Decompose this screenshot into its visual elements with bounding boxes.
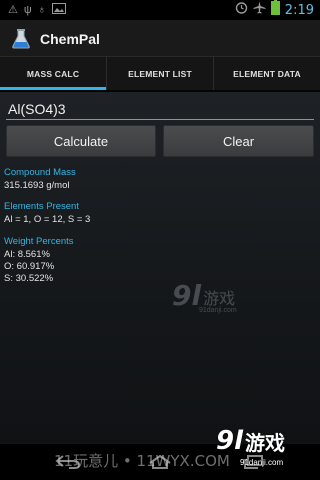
tab-mass-calc[interactable]: MASS CALC bbox=[0, 57, 107, 90]
tab-element-data[interactable]: ELEMENT DATA bbox=[214, 57, 320, 90]
watermark-bottom-text: 11玩意儿 • 11WYX.COM bbox=[54, 452, 230, 470]
formula-input[interactable] bbox=[8, 98, 312, 120]
compound-mass-value: 315.1693 g/mol bbox=[4, 180, 70, 191]
formula-input-underline bbox=[6, 119, 314, 120]
compound-mass-label: Compound Mass bbox=[4, 167, 76, 178]
status-icons-right: 2:19 bbox=[235, 0, 314, 20]
usb-debug-icon: ♁ bbox=[37, 4, 46, 16]
flask-icon bbox=[10, 28, 32, 50]
watermark-logo-sub: 91danji.com bbox=[240, 458, 284, 467]
image-icon bbox=[51, 1, 66, 19]
tab-label: ELEMENT DATA bbox=[233, 68, 301, 79]
watermark-center: 9l 游戏 bbox=[172, 282, 235, 310]
weight-percent-al: Al: 8.561% bbox=[4, 249, 50, 260]
warning-icon: ⚠ bbox=[8, 4, 18, 16]
calculate-button[interactable]: Calculate bbox=[6, 125, 156, 157]
watermark-logo: 9l 游戏 bbox=[216, 426, 285, 456]
tab-element-list[interactable]: ELEMENT LIST bbox=[107, 57, 214, 90]
alarm-icon bbox=[235, 1, 248, 19]
calculate-button-label: Calculate bbox=[53, 133, 109, 149]
watermark-logo-cn: 游戏 bbox=[245, 432, 286, 455]
weight-percent-o: O: 60.917% bbox=[4, 261, 55, 272]
clear-button-label: Clear bbox=[222, 133, 255, 149]
tab-label: ELEMENT LIST bbox=[128, 68, 192, 79]
weight-percents-label: Weight Percents bbox=[4, 236, 74, 247]
usb-icon: ψ bbox=[23, 4, 32, 16]
app-title: ChemPal bbox=[40, 31, 100, 47]
watermark-center-91: 9l bbox=[172, 279, 202, 312]
airplane-icon bbox=[253, 1, 266, 19]
clear-button[interactable]: Clear bbox=[163, 125, 314, 157]
elements-present-value: Al = 1, O = 12, S = 3 bbox=[4, 214, 91, 225]
status-icons-left: ⚠ ψ ♁ bbox=[8, 3, 66, 17]
status-time: 2:19 bbox=[284, 2, 314, 18]
tab-bar: MASS CALC ELEMENT LIST ELEMENT DATA bbox=[0, 57, 320, 90]
elements-present-label: Elements Present bbox=[4, 201, 79, 212]
battery-icon bbox=[270, 0, 280, 20]
watermark-logo-91: 9l bbox=[216, 426, 244, 456]
weight-percent-s: S: 30.522% bbox=[4, 273, 54, 284]
tab-label: MASS CALC bbox=[26, 68, 80, 79]
watermark-center-sub: 91danji.com bbox=[199, 307, 237, 314]
